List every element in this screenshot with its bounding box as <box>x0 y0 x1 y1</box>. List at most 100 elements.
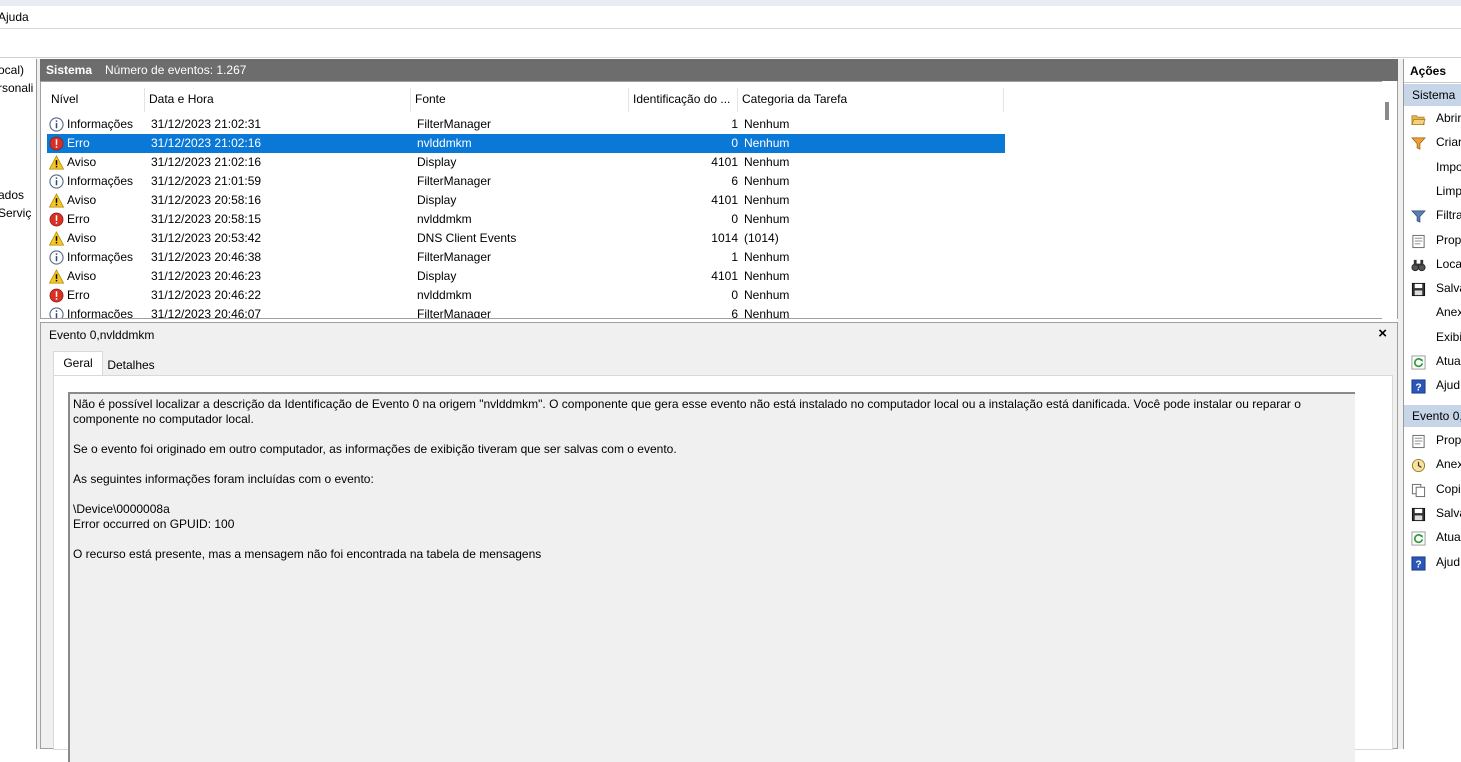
help-icon: ? <box>1411 378 1426 394</box>
menu-help[interactable]: Ajuda <box>0 10 29 24</box>
action-item[interactable]: Atua <box>1404 349 1461 373</box>
action-label: Abrir <box>1436 111 1461 125</box>
table-row[interactable]: Informações 31/12/2023 20:46:38 FilterMana… <box>47 248 1005 267</box>
cell-category: Nenhum <box>744 117 790 131</box>
tab-details[interactable]: Detalhes <box>103 355 159 376</box>
cell-category: Nenhum <box>744 250 790 264</box>
cell-datetime: 31/12/2023 20:58:16 <box>151 193 262 207</box>
action-label: Atua <box>1436 530 1461 545</box>
cell-event-id: 1 <box>731 117 738 131</box>
cell-datetime: 31/12/2023 21:02:16 <box>151 136 262 150</box>
cell-source: nvlddmkm <box>417 136 472 150</box>
column-header-datetime[interactable]: Data e Hora <box>145 88 411 112</box>
cell-level: Informações <box>67 307 134 319</box>
action-label: Prop <box>1436 232 1461 247</box>
action-label: Criar <box>1436 135 1461 150</box>
table-row[interactable]: Informações 31/12/2023 21:01:59 FilterMana… <box>47 172 1005 191</box>
cell-source: FilterManager <box>417 174 492 188</box>
action-item[interactable]: Anex <box>1404 452 1461 476</box>
cell-level: Informações <box>67 174 134 188</box>
save-icon <box>1411 506 1426 521</box>
close-icon[interactable]: × <box>1378 325 1387 342</box>
actions-section-event[interactable]: Evento 0, <box>1404 405 1461 427</box>
refresh-icon <box>1411 530 1426 546</box>
action-item[interactable]: Limp <box>1404 179 1461 203</box>
filter-icon <box>1411 208 1426 223</box>
table-row[interactable]: Informações 31/12/2023 20:46:07 FilterMana… <box>47 305 1005 319</box>
action-label: Exibi <box>1436 329 1461 344</box>
tree-item[interactable]: ados <box>0 188 24 202</box>
tree-item[interactable]: ocal) <box>0 63 24 77</box>
cell-datetime: 31/12/2023 20:46:22 <box>151 288 262 302</box>
cell-level: Aviso <box>67 193 97 207</box>
event-description[interactable]: Não é possível localizar a descrição da … <box>68 392 1355 762</box>
table-row[interactable]: Aviso 31/12/2023 20:58:16 Display 4101 Nenhu… <box>47 191 1005 210</box>
action-label: Ajud <box>1436 554 1461 569</box>
action-item[interactable]: Abrir <box>1404 106 1461 130</box>
event-list[interactable]: Nível Data e Hora Fonte Identificação do… <box>40 81 1398 319</box>
action-item[interactable]: Prop <box>1404 228 1461 252</box>
cell-category: Nenhum <box>744 155 790 169</box>
table-row[interactable]: Erro 31/12/2023 20:46:22 nvlddmkm 0 Nenhum <box>47 286 1005 305</box>
column-header-level[interactable]: Nível <box>47 88 145 112</box>
task-clock-icon <box>1411 457 1426 473</box>
cell-source: FilterManager <box>417 117 492 131</box>
action-item[interactable]: Anex <box>1404 300 1461 324</box>
action-item[interactable]: Salva <box>1404 501 1461 525</box>
properties-icon <box>1411 433 1426 449</box>
column-header-event-id[interactable]: Identificação do ... <box>629 88 738 112</box>
column-headers: Nível Data e Hora Fonte Identificação do… <box>47 88 1005 112</box>
table-row[interactable]: Aviso 31/12/2023 21:02:16 Display 4101 Nenhu… <box>47 153 1005 172</box>
cell-category: Nenhum <box>744 174 790 188</box>
cell-level: Erro <box>67 136 90 150</box>
cell-category: Nenhum <box>744 269 790 283</box>
console-tree[interactable]: ocal) rsonali ados Serviç <box>0 59 37 749</box>
action-item[interactable]: Exibi <box>1404 325 1461 349</box>
table-row[interactable]: Informações 31/12/2023 21:02:31 FilterMana… <box>47 115 1005 134</box>
action-label: Limp <box>1436 183 1461 198</box>
copy-icon <box>1411 482 1426 497</box>
help-icon: ? <box>1411 555 1426 570</box>
action-item[interactable]: Copi <box>1404 477 1461 501</box>
cell-datetime: 31/12/2023 20:46:38 <box>151 250 262 264</box>
action-label: Copi <box>1436 481 1461 496</box>
cell-level: Aviso <box>67 269 97 283</box>
tree-item[interactable]: Serviç <box>0 206 31 220</box>
tab-general[interactable]: Geral <box>53 351 103 376</box>
table-row[interactable]: Erro 31/12/2023 21:02:16 nvlddmkm 0 Nenhum <box>47 134 1005 153</box>
action-label: Salva <box>1436 505 1461 520</box>
tree-item[interactable]: rsonali <box>0 81 33 95</box>
cell-datetime: 31/12/2023 20:58:15 <box>151 212 262 226</box>
cell-event-id: 0 <box>731 288 738 302</box>
table-row[interactable]: Aviso 31/12/2023 20:46:23 Display 4101 Nenhu… <box>47 267 1005 286</box>
action-item[interactable]: Salva <box>1404 276 1461 300</box>
scrollbar-thumb[interactable] <box>1385 102 1389 120</box>
action-item[interactable]: ? Ajud <box>1404 373 1461 397</box>
cell-source: Display <box>417 269 457 283</box>
cell-source: DNS Client Events <box>417 231 517 245</box>
column-header-category[interactable]: Categoria da Tarefa <box>738 88 1004 112</box>
cell-source: nvlddmkm <box>417 288 472 302</box>
description-paragraph: \Device\0000008a Error occurred on GPUID… <box>73 502 235 531</box>
cell-event-id: 0 <box>731 136 738 150</box>
action-item[interactable]: ? Ajud <box>1404 550 1461 574</box>
action-item[interactable]: Prop <box>1404 428 1461 452</box>
action-item[interactable]: Atua <box>1404 525 1461 549</box>
table-row[interactable]: Erro 31/12/2023 20:58:15 nvlddmkm 0 Nenhum <box>47 210 1005 229</box>
cell-source: FilterManager <box>417 307 492 319</box>
cell-source: Display <box>417 155 457 169</box>
svg-text:?: ? <box>1415 383 1421 394</box>
cell-category: Nenhum <box>744 288 790 302</box>
action-item[interactable]: Impo <box>1404 155 1461 179</box>
cell-datetime: 31/12/2023 20:46:07 <box>151 307 262 319</box>
action-item[interactable]: Loca <box>1404 252 1461 276</box>
table-row[interactable]: Aviso 31/12/2023 20:53:42 DNS Client Event… <box>47 229 1005 248</box>
action-item[interactable]: Criar <box>1404 130 1461 154</box>
svg-text:?: ? <box>1415 559 1421 570</box>
cell-category: Nenhum <box>744 212 790 226</box>
cell-category: Nenhum <box>744 307 790 319</box>
cell-level: Informações <box>67 117 134 131</box>
column-header-source[interactable]: Fonte <box>411 88 629 112</box>
action-item[interactable]: Filtra <box>1404 203 1461 227</box>
actions-section-system[interactable]: Sistema <box>1404 84 1461 106</box>
